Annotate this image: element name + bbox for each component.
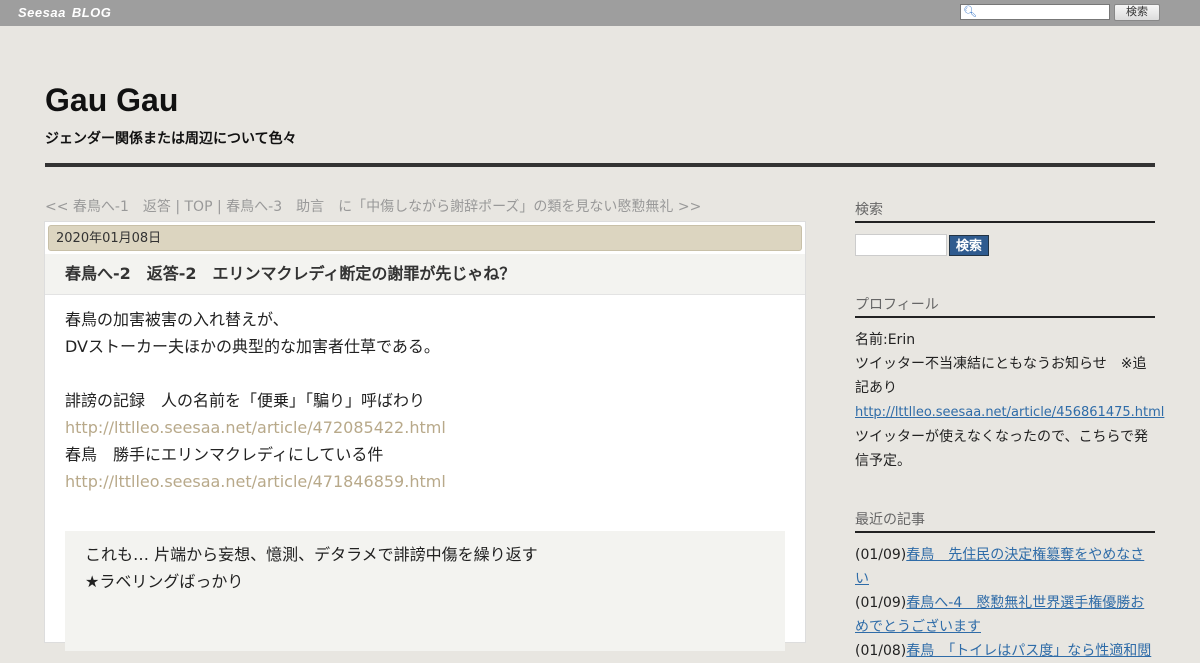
- profile-notice: ツイッター不当凍結にともなうお知らせ ※追記あり: [855, 356, 1147, 396]
- body-link[interactable]: http://lttlleo.seesaa.net/article/472085…: [65, 418, 446, 437]
- sidebar-recent-heading: 最近の記事: [855, 510, 1155, 533]
- header-divider: [45, 163, 1155, 167]
- sidebar-profile: プロフィール 名前:Erin ツイッター不当凍結にともなうお知らせ ※追記あり …: [855, 295, 1164, 473]
- article-date: 2020年01月08日: [48, 225, 802, 251]
- top-search-button[interactable]: 検索: [1114, 4, 1160, 21]
- top-link[interactable]: TOP: [185, 199, 213, 215]
- list-item: (01/09)春鳥 先住民の決定権簒奪をやめなさい: [855, 543, 1155, 591]
- article-body: 春鳥の加害被害の入れ替えが、 DVストーカー夫ほかの典型的な加害者仕草である。 …: [65, 306, 785, 495]
- top-search-box: 🔍︎: [960, 4, 1110, 20]
- article-navigation: << 春鳥へ-1 返答 | TOP | 春鳥へ-3 助言 に「中傷しながら謝辞ポ…: [45, 198, 701, 216]
- body-line: [65, 360, 785, 387]
- sidebar-profile-heading: プロフィール: [855, 295, 1155, 318]
- sidebar-search-input[interactable]: [855, 234, 947, 256]
- next-article-link[interactable]: 春鳥へ-3 助言 に「中傷しながら謝辞ポーズ」の類を見ない愍懃無礼 >>: [226, 199, 701, 215]
- body-line: 春鳥 勝手にエリンマクレディにしている件: [65, 445, 384, 464]
- prev-article-link[interactable]: << 春鳥へ-1 返答: [45, 199, 171, 215]
- profile-name: 名前:Erin: [855, 332, 916, 348]
- body-line: 春鳥の加害被害の入れ替えが、: [65, 310, 289, 329]
- search-icon: 🔍︎: [963, 5, 977, 18]
- recent-date: (01/09): [855, 595, 907, 611]
- sidebar-recent-articles: 最近の記事 (01/09)春鳥 先住民の決定権簒奪をやめなさい (01/09)春…: [855, 510, 1155, 663]
- article-title[interactable]: 春鳥へ-2 返答-2 エリンマクレディ断定の謝罪が先じゃね？: [65, 263, 515, 285]
- profile-note: ツイッターが使えなくなったので、こちらで発信予定。: [855, 429, 1149, 469]
- recent-date: (01/08): [855, 643, 907, 659]
- body-link[interactable]: http://lttlleo.seesaa.net/article/471846…: [65, 472, 446, 491]
- profile-link[interactable]: http://lttlleo.seesaa.net/article/456861…: [855, 405, 1164, 420]
- quote-line: これも… 片端から妄想、憶測、デタラメで誹謗中傷を繰り返す: [85, 545, 538, 564]
- brand-seesaa: Seesaa: [18, 5, 66, 20]
- brand-blog: BLOG: [71, 5, 112, 20]
- article-title-bar: 春鳥へ-2 返答-2 エリンマクレディ断定の謝罪が先じゃね？: [45, 254, 805, 295]
- sidebar-search-button[interactable]: 検索: [949, 235, 989, 256]
- site-description: ジェンダー関係または周辺について色々: [45, 131, 297, 147]
- article: 2020年01月08日 春鳥へ-2 返答-2 エリンマクレディ断定の謝罪が先じゃ…: [45, 222, 805, 651]
- quote-block: これも… 片端から妄想、憶測、デタラメで誹謗中傷を繰り返す ★ラベリングばっかり: [65, 531, 785, 651]
- sidebar-search: 検索 検索: [855, 200, 1155, 258]
- list-item: (01/09)春鳥へ-4 愍懃無礼世界選手権優勝おめでとうございます: [855, 591, 1155, 639]
- nav-separator: |: [212, 199, 227, 215]
- recent-article-link[interactable]: 春鳥 「トイレはパス度」なら性適和閲: [906, 643, 1151, 659]
- quote-line: ★ラベリングばっかり: [85, 572, 244, 591]
- seesaa-blog-logo[interactable]: Seesaa BLOG: [18, 5, 111, 20]
- list-item: (01/08)春鳥 「トイレはパス度」なら性適和閲: [855, 639, 1155, 663]
- sidebar-search-heading: 検索: [855, 200, 1155, 223]
- top-search-input[interactable]: [977, 5, 1107, 19]
- body-line: 誹謗の記録 人の名前を「便乗」「騙り」呼ばわり: [65, 391, 426, 410]
- body-line: DVストーカー夫ほかの典型的な加害者仕草である。: [65, 337, 440, 356]
- nav-separator: |: [170, 199, 185, 215]
- site-title[interactable]: Gau Gau: [45, 80, 178, 120]
- top-bar: Seesaa BLOG 🔍︎ 検索: [0, 0, 1200, 26]
- recent-date: (01/09): [855, 547, 907, 563]
